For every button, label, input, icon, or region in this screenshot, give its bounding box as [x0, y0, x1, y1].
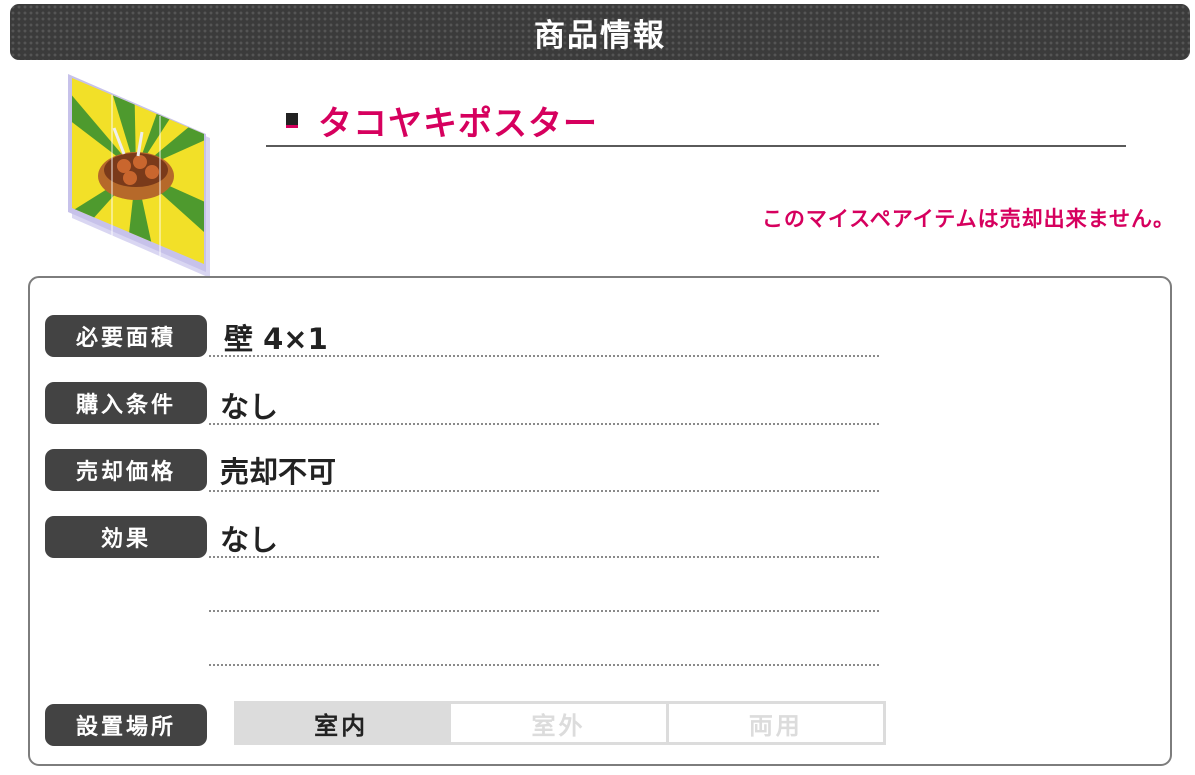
divider-dotted	[209, 610, 879, 612]
label-purchase-condition: 購入条件	[45, 382, 207, 424]
divider-dotted	[209, 556, 879, 558]
placement-option-indoor[interactable]: 室内	[234, 701, 449, 745]
label-placement: 設置場所	[45, 704, 207, 746]
value-purchase-condition: なし	[220, 390, 279, 424]
takoyaki-poster-icon	[68, 74, 210, 278]
divider-dotted	[209, 423, 879, 425]
page-title: 商品情報	[534, 17, 666, 54]
placement-selector: 室内 室外 両用	[234, 701, 886, 745]
placement-option-both[interactable]: 両用	[668, 701, 886, 745]
value-sell-price: 売却不可	[220, 455, 337, 489]
label-effect: 効果	[45, 516, 207, 558]
sell-notice: このマイスペアイテムは売却出来ません。	[761, 207, 1175, 231]
value-required-area: 壁 4×1	[224, 322, 328, 356]
label-required-area: 必要面積	[45, 315, 207, 357]
header-bar: 商品情報	[10, 4, 1190, 60]
name-divider	[266, 145, 1126, 147]
square-bullet-icon	[286, 112, 298, 128]
divider-dotted	[209, 355, 879, 357]
label-sell-price: 売却価格	[45, 449, 207, 491]
value-effect: なし	[220, 523, 279, 557]
placement-option-outdoor[interactable]: 室外	[448, 701, 669, 745]
item-name-row: タコヤキポスター	[286, 95, 598, 145]
divider-dotted	[209, 490, 879, 492]
divider-dotted	[209, 664, 879, 666]
item-name: タコヤキポスター	[318, 103, 598, 144]
